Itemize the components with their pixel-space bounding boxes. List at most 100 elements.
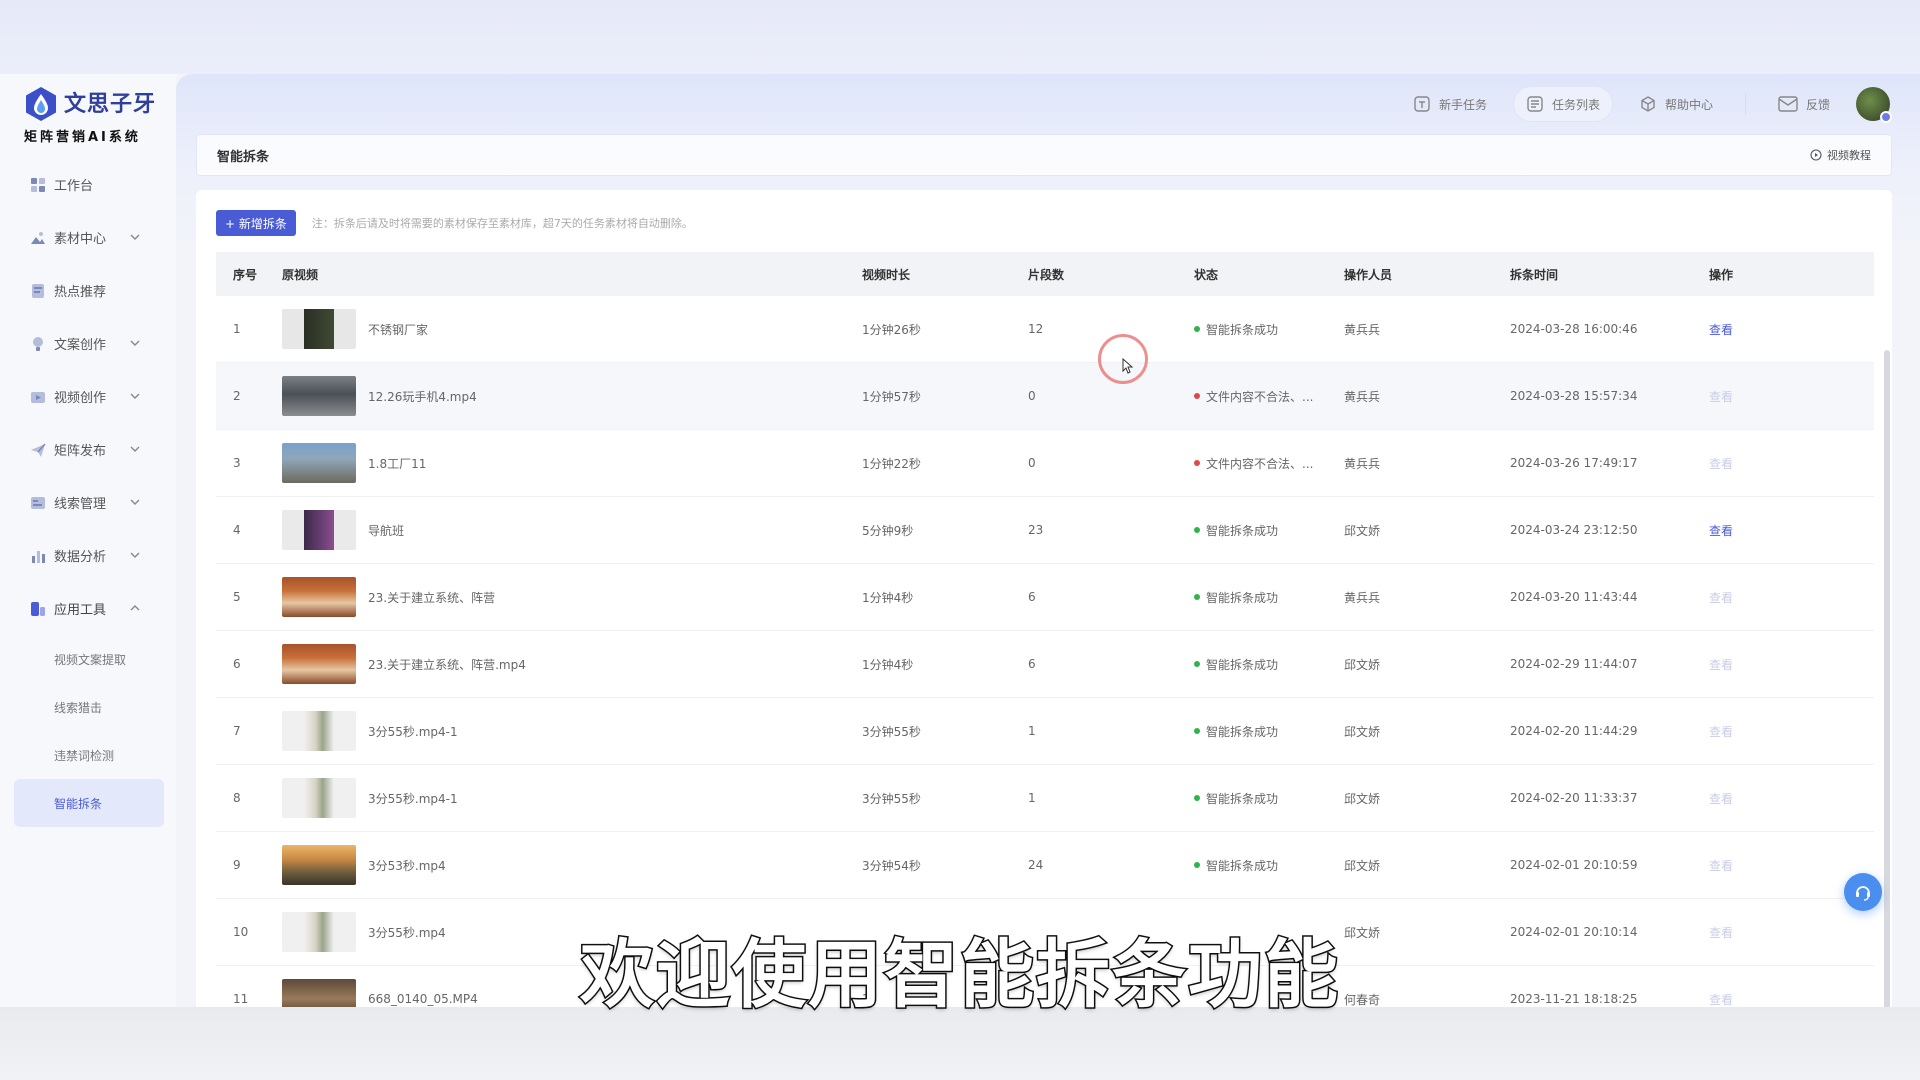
status-text: 智能拆条成功 — [1206, 590, 1279, 605]
video-thumbnail[interactable] — [282, 577, 356, 617]
sidebar-subitem[interactable]: 线索猎击 — [14, 683, 164, 731]
user-avatar[interactable] — [1856, 87, 1892, 123]
row-operator: 黄兵兵 — [1344, 456, 1381, 471]
row-operator: 黄兵兵 — [1344, 590, 1381, 605]
sidebar-item-hotspot[interactable]: 热点推荐 — [14, 264, 164, 317]
row-split-time: 2024-02-01 20:10:59 — [1510, 858, 1638, 872]
app-tools-icon — [30, 601, 46, 617]
sidebar-item-dashboard[interactable]: 工作台 — [14, 158, 164, 211]
add-split-button[interactable]: + 新增拆条 — [216, 210, 296, 236]
view-link[interactable]: 查看 — [1709, 591, 1733, 605]
table-row[interactable]: 6 23.关于建立系统、阵营.mp4 1分钟4秒 6 智能拆条成功 邱文娇 2024-02-… — [216, 631, 1874, 698]
video-thumbnail[interactable] — [282, 711, 356, 751]
row-index: 3 — [233, 456, 241, 470]
view-link[interactable]: 查看 — [1709, 792, 1733, 806]
status-text: 智能拆条成功 — [1206, 322, 1279, 337]
row-actions: 查看 — [1709, 656, 1809, 673]
video-name: 1.8工厂11 — [368, 456, 427, 471]
row-duration: 1分钟4秒 — [862, 590, 914, 605]
avatar-badge — [1880, 111, 1892, 123]
video-name: 3分55秒.mp4-1 — [368, 724, 458, 739]
new-task-button[interactable]: 新手任务 — [1401, 87, 1499, 121]
row-index: 2 — [233, 389, 241, 403]
help-center-button[interactable]: 帮助中心 — [1627, 87, 1725, 121]
row-index: 4 — [233, 523, 241, 537]
view-link[interactable]: 查看 — [1709, 725, 1733, 739]
table-row[interactable]: 9 3分53秒.mp4 3分钟54秒 24 智能拆条成功 邱文娇 2024-02-01 20… — [216, 832, 1874, 899]
sidebar-item-label: 视频创作 — [54, 391, 107, 406]
view-link[interactable]: 查看 — [1709, 524, 1733, 538]
video-thumbnail[interactable] — [282, 443, 356, 483]
video-thumbnail[interactable] — [282, 845, 356, 885]
table-row[interactable]: 8 3分55秒.mp4-1 3分钟55秒 1 智能拆条成功 邱文娇 2024-02-20 1… — [216, 765, 1874, 832]
row-index: 9 — [233, 858, 241, 872]
table-row[interactable]: 3 1.8工厂11 1分钟22秒 0 文件内容不合法、... 黄兵兵 2024-03-26 … — [216, 430, 1874, 497]
status-text: 智能拆条成功 — [1206, 657, 1279, 672]
table-row[interactable]: 5 23.关于建立系统、阵营 1分钟4秒 6 智能拆条成功 黄兵兵 2024-03-20 1… — [216, 564, 1874, 631]
task-list-button[interactable]: 任务列表 — [1512, 86, 1613, 122]
feedback-label: 反馈 — [1805, 97, 1830, 112]
row-source-video: 3分53秒.mp4 — [282, 845, 862, 885]
header-index: 序号 — [233, 267, 258, 282]
sidebar-item-label: 工作台 — [54, 179, 94, 194]
video-thumbnail[interactable] — [282, 778, 356, 818]
play-circle-icon — [1810, 149, 1822, 161]
video-thumbnail[interactable] — [282, 309, 356, 349]
header-duration: 视频时长 — [862, 267, 911, 282]
sidebar-item-app-tools[interactable]: 应用工具 — [14, 582, 164, 635]
send-icon — [30, 442, 46, 458]
video-name: 导航班 — [368, 523, 405, 538]
row-split-time: 2024-03-20 11:43:44 — [1510, 590, 1638, 604]
row-actions: 查看 — [1709, 388, 1809, 405]
row-source-video: 导航班 — [282, 510, 862, 550]
row-duration: 3分钟54秒 — [862, 858, 921, 873]
row-status: 智能拆条成功 — [1194, 321, 1344, 338]
row-operator: 邱文娇 — [1344, 523, 1381, 538]
header-source-video: 原视频 — [282, 267, 319, 282]
view-link[interactable]: 查看 — [1709, 658, 1733, 672]
status-text: 智能拆条成功 — [1206, 791, 1279, 806]
table-row[interactable]: 1 不锈钢厂家 1分钟26秒 12 智能拆条成功 黄兵兵 2024-03-28 16:00:… — [216, 296, 1874, 363]
sidebar-item-bulb[interactable]: 文案创作 — [14, 317, 164, 370]
sidebar-item-chart[interactable]: 数据分析 — [14, 529, 164, 582]
video-thumbnail[interactable] — [282, 644, 356, 684]
row-actions: 查看 — [1709, 589, 1809, 606]
view-link[interactable]: 查看 — [1709, 390, 1733, 404]
view-link[interactable]: 查看 — [1709, 859, 1733, 873]
sidebar-item-send[interactable]: 矩阵发布 — [14, 423, 164, 476]
table-row[interactable]: 7 3分55秒.mp4-1 3分钟55秒 1 智能拆条成功 邱文娇 2024-02-20 1… — [216, 698, 1874, 765]
view-link[interactable]: 查看 — [1709, 457, 1733, 471]
row-duration: 1分钟22秒 — [862, 456, 921, 471]
sidebar-subitem[interactable]: 视频文案提取 — [14, 635, 164, 683]
brand-subtitle: 矩阵营销AI系统 — [24, 130, 141, 145]
chevron-down-icon — [128, 495, 142, 509]
table-row[interactable]: 4 导航班 5分钟9秒 23 智能拆条成功 邱文娇 2024-03-24 23:12:50 查… — [216, 497, 1874, 564]
status-text: 智能拆条成功 — [1206, 523, 1279, 538]
row-segments: 1 — [1028, 791, 1036, 805]
table-row[interactable]: 2 12.26玩手机4.mp4 1分钟57秒 0 文件内容不合法、... 黄兵兵 2024-… — [216, 363, 1874, 430]
video-thumbnail[interactable] — [282, 376, 356, 416]
view-link[interactable]: 查看 — [1709, 323, 1733, 337]
row-status: 智能拆条成功 — [1194, 790, 1344, 807]
table-header: 序号 原视频 视频时长 片段数 状态 操作人员 拆条时间 操作 — [216, 252, 1874, 296]
toolbar-divider — [1744, 93, 1746, 115]
status-dot — [1194, 728, 1200, 734]
row-split-time: 2024-03-24 23:12:50 — [1510, 523, 1638, 537]
status-text: 文件内容不合法、... — [1206, 456, 1314, 471]
video-tutorial-link[interactable]: 视频教程 — [1810, 147, 1871, 163]
sidebar-item-image[interactable]: 素材中心 — [14, 211, 164, 264]
row-operator: 邱文娇 — [1344, 858, 1381, 873]
sidebar-subitem[interactable]: 违禁词检测 — [14, 731, 164, 779]
sidebar-item-lead[interactable]: 线索管理 — [14, 476, 164, 529]
sidebar-item-label: 文案创作 — [54, 338, 107, 353]
sidebar-item-video[interactable]: 视频创作 — [14, 370, 164, 423]
row-status: 智能拆条成功 — [1194, 656, 1344, 673]
video-thumbnail[interactable] — [282, 510, 356, 550]
support-chat-button[interactable] — [1844, 873, 1882, 911]
row-source-video: 3分55秒.mp4-1 — [282, 711, 862, 751]
sidebar-subitem[interactable]: 智能拆条 — [14, 779, 164, 827]
row-segments: 0 — [1028, 389, 1036, 403]
row-split-time: 2024-02-20 11:33:37 — [1510, 791, 1638, 805]
row-actions: 查看 — [1709, 522, 1809, 539]
feedback-button[interactable]: 反馈 — [1766, 88, 1842, 121]
